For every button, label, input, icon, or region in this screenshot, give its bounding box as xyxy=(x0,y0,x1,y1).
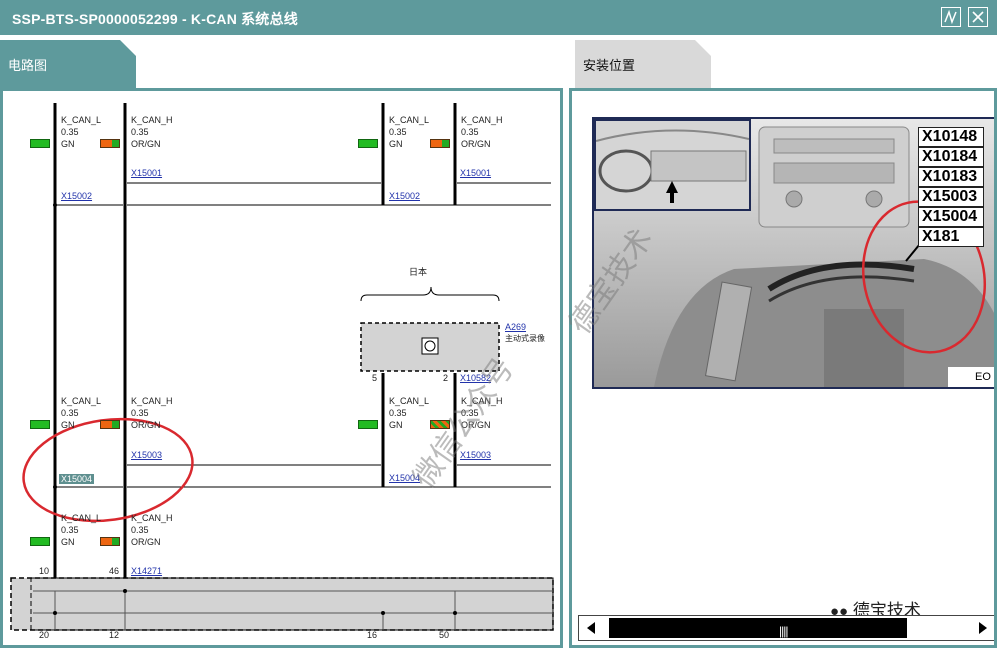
wire-gauge: 0.35 xyxy=(389,127,407,137)
wire-color-swatch xyxy=(100,537,120,546)
wire-color-swatch xyxy=(30,537,50,546)
corner-label: EO E xyxy=(948,367,994,387)
pin-number: 20 xyxy=(39,630,50,640)
wire-gauge: 0.35 xyxy=(131,525,149,535)
connector-link-x15001[interactable]: X15001 xyxy=(460,168,491,178)
window-title: SSP-BTS-SP0000052299 - K-CAN 系统总线 xyxy=(12,11,298,27)
wire-gauge: 0.35 xyxy=(131,127,149,137)
installation-location-panel[interactable]: X10148X10184X10183X15003X15004X181 EO E … xyxy=(569,88,997,648)
wire-label: K_CAN_L xyxy=(389,115,430,125)
horizontal-scrollbar[interactable]: |||| xyxy=(578,615,994,641)
wire-color: GN xyxy=(389,420,403,430)
tab-circuit-diagram-label: 电路图 xyxy=(8,58,48,73)
wire-color: OR/GN xyxy=(131,139,161,149)
pin-number: 5 xyxy=(372,373,378,383)
wire-gauge: 0.35 xyxy=(61,127,79,137)
wire-color: OR/GN xyxy=(461,139,491,149)
wire-color: OR/GN xyxy=(131,420,161,430)
arrow-left-icon xyxy=(587,622,595,634)
connector-link-x15002[interactable]: X15002 xyxy=(61,191,92,201)
wire-label: K_CAN_H xyxy=(131,396,173,406)
scroll-right-button[interactable] xyxy=(969,616,994,640)
wire-color: GN xyxy=(61,139,75,149)
module-link-a269[interactable]: A269 xyxy=(505,322,526,332)
wire-label: K_CAN_L xyxy=(61,115,102,125)
connector-link-x15003[interactable]: X15003 xyxy=(131,450,162,460)
wire-gauge: 0.35 xyxy=(461,127,479,137)
module-name: 主动式录像 xyxy=(505,334,545,343)
connector-link-x15002[interactable]: X15002 xyxy=(389,191,420,201)
wire-label: K_CAN_H xyxy=(461,115,503,125)
waveform-button[interactable] xyxy=(941,7,961,27)
wire-color-swatch xyxy=(100,139,120,148)
pin-number: 46 xyxy=(109,566,120,576)
wire-color-swatch xyxy=(30,139,50,148)
wire-gauge: 0.35 xyxy=(61,408,79,418)
grip-icon: |||| xyxy=(779,624,789,638)
wire-label: K_CAN_L xyxy=(61,396,102,406)
wire-label: K_CAN_L xyxy=(389,396,430,406)
connector-callout: X10148 xyxy=(918,127,984,147)
tab-installation-location-label: 安装位置 xyxy=(583,58,636,73)
close-button[interactable] xyxy=(968,7,988,27)
connector-link-x15004-highlighted[interactable]: X15004 xyxy=(59,474,95,484)
inset-illustration xyxy=(595,121,750,209)
wire-color: GN xyxy=(61,420,75,430)
wire-label: K_CAN_L xyxy=(61,513,102,523)
scroll-left-button[interactable] xyxy=(579,616,605,640)
connector-callout: X15004 xyxy=(918,207,984,227)
waveform-icon xyxy=(944,9,957,25)
close-icon xyxy=(972,11,984,23)
region-label: 日本 xyxy=(409,267,428,277)
wire-color: OR/GN xyxy=(131,537,161,547)
scroll-thumb[interactable]: |||| xyxy=(609,618,907,638)
pin-number: 50 xyxy=(439,630,450,640)
wire-color: GN xyxy=(61,537,75,547)
wire-label: K_CAN_H xyxy=(131,513,173,523)
wire-color-swatch xyxy=(358,420,378,429)
pin-number: 2 xyxy=(443,373,449,383)
pin-number: 10 xyxy=(39,566,50,576)
connector-link-x15001[interactable]: X15001 xyxy=(131,168,162,178)
wire-gauge: 0.35 xyxy=(61,525,79,535)
connector-callout: X10184 xyxy=(918,147,984,167)
tab-circuit-diagram[interactable]: 电路图 xyxy=(0,40,136,88)
arrow-right-icon xyxy=(979,622,987,634)
wire-color: GN xyxy=(389,139,403,149)
wire-color-swatch xyxy=(30,420,50,429)
title-bar: SSP-BTS-SP0000052299 - K-CAN 系统总线 xyxy=(0,0,997,35)
pin-number: 12 xyxy=(109,630,120,640)
tab-installation-location[interactable]: 安装位置 xyxy=(575,40,711,88)
overview-inset xyxy=(594,119,751,211)
wire-color-swatch xyxy=(430,139,450,148)
wire-gauge: 0.35 xyxy=(389,408,407,418)
wire-color-swatch xyxy=(358,139,378,148)
connector-callout: X181 xyxy=(918,227,984,247)
connector-callout: X10183 xyxy=(918,167,984,187)
wire-gauge: 0.35 xyxy=(131,408,149,418)
connector-link-x14271[interactable]: X14271 xyxy=(131,566,162,576)
wire-label: K_CAN_H xyxy=(131,115,173,125)
wire-color-swatch xyxy=(100,420,120,429)
connector-callout: X15003 xyxy=(918,187,984,207)
pin-number: 16 xyxy=(367,630,378,640)
